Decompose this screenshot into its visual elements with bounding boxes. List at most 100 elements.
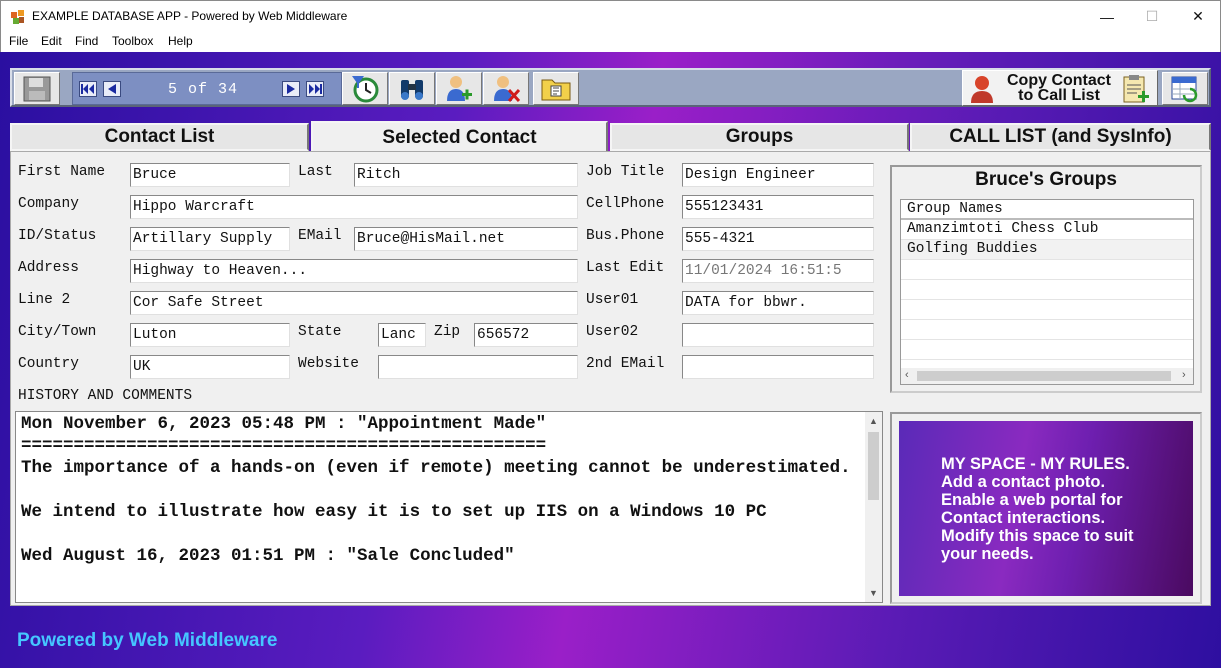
menu-bar: File Edit Find Toolbox Help bbox=[0, 31, 1221, 52]
maximize-button[interactable]: ☐ bbox=[1129, 1, 1175, 32]
scroll-down-icon[interactable]: ▼ bbox=[869, 588, 878, 598]
last-name-label: Last bbox=[298, 164, 333, 180]
my-space-line: Enable a web portal for bbox=[941, 491, 1123, 509]
first-record-icon bbox=[81, 84, 94, 94]
history-text: Mon November 6, 2023 05:48 PM : "Appoint… bbox=[21, 414, 851, 566]
zip-field[interactable]: 656572 bbox=[474, 323, 578, 347]
last-edit-field: 11/01/2024 16:51:5 bbox=[682, 259, 874, 283]
folder-icon bbox=[541, 79, 571, 100]
website-label: Website bbox=[298, 356, 359, 372]
tab-selected-contact[interactable]: Selected Contact bbox=[311, 121, 608, 152]
tab-contact-list[interactable]: Contact List bbox=[10, 123, 309, 151]
zip-label: Zip bbox=[434, 324, 461, 340]
my-space-line: Modify this space to suit bbox=[941, 527, 1134, 545]
address-field[interactable]: Highway to Heaven... bbox=[130, 259, 578, 283]
id-status-label: ID/Status bbox=[18, 228, 97, 244]
company-field[interactable]: Hippo Warcraft bbox=[130, 195, 578, 219]
menu-help[interactable]: Help bbox=[168, 34, 193, 48]
history-label: HISTORY AND COMMENTS bbox=[18, 388, 193, 404]
list-item[interactable]: Amanzimtoti Chess Club bbox=[901, 220, 1193, 240]
first-record-button[interactable] bbox=[79, 81, 97, 97]
email-field[interactable]: Bruce@HisMail.net bbox=[354, 227, 578, 251]
groups-header[interactable]: Group Names bbox=[901, 200, 1193, 220]
groups-hscrollbar[interactable]: ‹ › bbox=[901, 368, 1193, 384]
last-edit-label: Last Edit bbox=[586, 260, 665, 276]
menu-toolbox[interactable]: Toolbox bbox=[112, 34, 153, 48]
tab-groups[interactable]: Groups bbox=[610, 123, 909, 151]
groups-list[interactable]: Group Names Amanzimtoti Chess Club Golfi… bbox=[900, 199, 1194, 385]
list-item-empty bbox=[901, 300, 1193, 320]
list-item-empty bbox=[901, 320, 1193, 340]
scroll-right-icon[interactable]: › bbox=[1182, 369, 1186, 381]
last-name-field[interactable]: Ritch bbox=[354, 163, 578, 187]
delete-contact-button[interactable] bbox=[483, 72, 529, 105]
cellphone-field[interactable]: 555123431 bbox=[682, 195, 874, 219]
history-scrollbar[interactable]: ▲ ▼ bbox=[865, 412, 882, 602]
scroll-thumb[interactable] bbox=[917, 371, 1171, 381]
app-icon bbox=[11, 10, 24, 24]
list-item-empty bbox=[901, 280, 1193, 300]
next-record-icon bbox=[287, 84, 295, 94]
refresh-table-icon bbox=[1171, 76, 1198, 102]
previous-record-icon bbox=[108, 84, 116, 94]
history-textarea[interactable]: Mon November 6, 2023 05:48 PM : "Appoint… bbox=[15, 411, 883, 603]
record-position: 5 of 34 bbox=[168, 81, 239, 98]
bus-phone-field[interactable]: 555-4321 bbox=[682, 227, 874, 251]
contact-person-icon bbox=[971, 76, 993, 103]
last-record-button[interactable] bbox=[306, 81, 324, 97]
refresh-table-button[interactable] bbox=[1162, 72, 1208, 105]
my-space-line: Contact interactions. bbox=[941, 509, 1106, 527]
id-status-field[interactable]: Artillary Supply bbox=[130, 227, 290, 251]
list-item[interactable]: Golfing Buddies bbox=[901, 240, 1193, 260]
line2-field[interactable]: Cor Safe Street bbox=[130, 291, 578, 315]
user02-field[interactable] bbox=[682, 323, 874, 347]
my-space-line: your needs. bbox=[941, 545, 1034, 563]
save-button[interactable] bbox=[14, 72, 60, 105]
user02-label: User02 bbox=[586, 324, 639, 340]
address-label: Address bbox=[18, 260, 79, 276]
next-record-button[interactable] bbox=[282, 81, 300, 97]
add-contact-button[interactable] bbox=[436, 72, 482, 105]
website-field[interactable] bbox=[378, 355, 578, 379]
toolbar: 5 of 34 Copy Contact to Call List bbox=[10, 68, 1211, 107]
my-space-line: Add a contact photo. bbox=[941, 473, 1106, 491]
previous-record-button[interactable] bbox=[103, 81, 121, 97]
first-name-field[interactable]: Bruce bbox=[130, 163, 290, 187]
filter-button[interactable] bbox=[342, 72, 388, 105]
copy-line-2: to Call List bbox=[1018, 87, 1100, 104]
my-space-box: MY SPACE - MY RULES. Add a contact photo… bbox=[890, 412, 1202, 604]
tab-call-list[interactable]: CALL LIST (and SysInfo) bbox=[910, 123, 1211, 151]
scroll-left-icon[interactable]: ‹ bbox=[905, 369, 909, 381]
menu-find[interactable]: Find bbox=[75, 34, 98, 48]
folder-button[interactable] bbox=[533, 72, 579, 105]
job-title-field[interactable]: Design Engineer bbox=[682, 163, 874, 187]
menu-file[interactable]: File bbox=[9, 34, 28, 48]
user01-label: User01 bbox=[586, 292, 639, 308]
window-title: EXAMPLE DATABASE APP - Powered by Web Mi… bbox=[32, 9, 348, 23]
email2-field[interactable] bbox=[682, 355, 874, 379]
my-space-text: MY SPACE - MY RULES. Add a contact photo… bbox=[941, 455, 1134, 563]
country-field[interactable]: UK bbox=[130, 355, 290, 379]
footer-brand: Powered by Web Middleware bbox=[17, 630, 278, 651]
scroll-thumb[interactable] bbox=[868, 432, 879, 500]
add-contact-icon bbox=[447, 75, 472, 101]
state-field[interactable]: Lanc bbox=[378, 323, 426, 347]
copy-to-call-list-button[interactable]: Copy Contact to Call List bbox=[962, 70, 1158, 106]
scroll-up-icon[interactable]: ▲ bbox=[869, 416, 878, 426]
first-name-label: First Name bbox=[18, 164, 106, 180]
delete-contact-icon bbox=[494, 75, 521, 102]
company-label: Company bbox=[18, 196, 79, 212]
city-field[interactable]: Luton bbox=[130, 323, 290, 347]
find-button[interactable] bbox=[389, 72, 435, 105]
clipboard-add-icon bbox=[1123, 75, 1149, 103]
title-bar: EXAMPLE DATABASE APP - Powered by Web Mi… bbox=[0, 0, 1221, 31]
selected-contact-panel: First Name Last Job Title Company CellPh… bbox=[10, 151, 1211, 606]
minimize-button[interactable]: — bbox=[1084, 1, 1130, 32]
last-record-icon bbox=[309, 84, 322, 94]
user01-field[interactable]: DATA for bbwr. bbox=[682, 291, 874, 315]
menu-edit[interactable]: Edit bbox=[41, 34, 62, 48]
state-label: State bbox=[298, 324, 342, 340]
binoculars-icon bbox=[401, 79, 423, 100]
close-button[interactable]: ✕ bbox=[1175, 1, 1221, 32]
my-space-line: MY SPACE - MY RULES. bbox=[941, 455, 1130, 473]
